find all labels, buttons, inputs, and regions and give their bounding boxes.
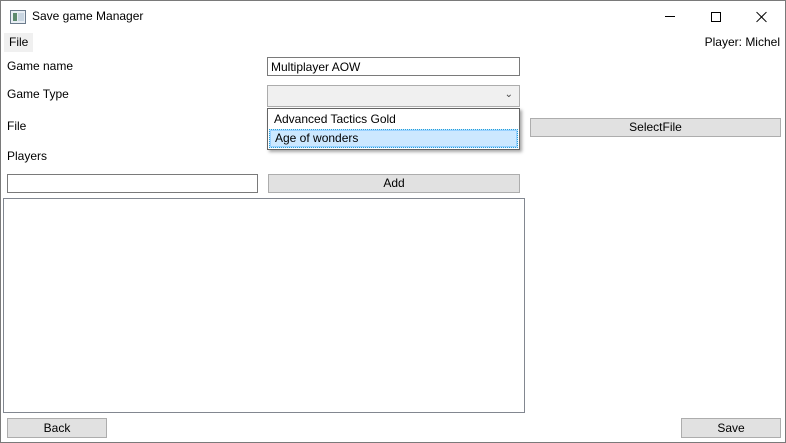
game-type-option-highlighted[interactable]: Age of wonders [269, 129, 518, 148]
add-player-button[interactable]: Add [268, 174, 520, 193]
minimize-icon [665, 16, 675, 17]
game-type-option[interactable]: Advanced Tactics Gold [269, 110, 518, 129]
chevron-down-icon: ⌄ [504, 89, 513, 100]
game-name-label: Game name [7, 59, 74, 73]
save-button[interactable]: Save [681, 418, 781, 438]
game-type-combobox[interactable]: ⌄ [267, 85, 520, 107]
menu-file[interactable]: File [4, 33, 34, 52]
close-icon [756, 11, 768, 23]
players-label: Players [7, 149, 48, 163]
player-name-input[interactable] [7, 174, 258, 193]
app-window-icon [10, 10, 26, 24]
back-button[interactable]: Back [7, 418, 107, 438]
maximize-icon [711, 11, 721, 22]
player-label: Player: [704, 35, 742, 49]
select-file-button[interactable]: SelectFile [530, 118, 781, 137]
current-player: Player: Michel [705, 35, 780, 49]
game-type-dropdown: Advanced Tactics Gold Age of wonders [267, 108, 520, 150]
file-label: File [7, 119, 27, 133]
window-title: Save game Manager [32, 9, 144, 23]
game-name-input[interactable] [267, 57, 520, 76]
game-type-label: Game Type [7, 87, 69, 101]
close-button[interactable] [739, 1, 785, 32]
title-bar[interactable]: Save game Manager [1, 1, 785, 32]
player-name: Michel [745, 35, 780, 49]
maximize-button[interactable] [693, 1, 739, 32]
app-window: Save game Manager File Player: Michel Ga… [0, 0, 786, 443]
minimize-button[interactable] [647, 1, 693, 32]
players-listbox[interactable] [3, 198, 525, 413]
